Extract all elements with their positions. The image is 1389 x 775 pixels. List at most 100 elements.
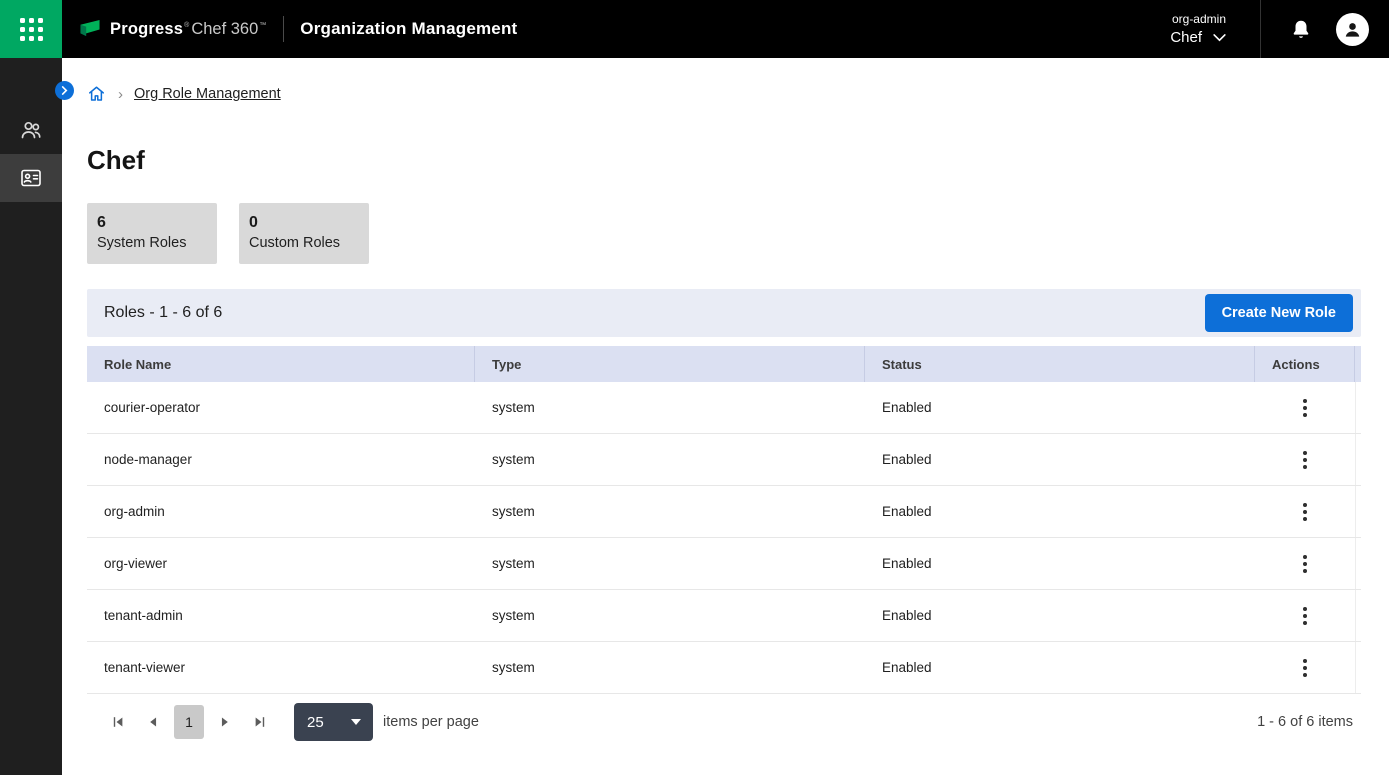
column-header-status: Status	[865, 346, 1255, 382]
table-scroll-gutter	[1355, 642, 1361, 693]
dropdown-caret-icon	[351, 719, 361, 725]
next-page-button[interactable]	[211, 706, 239, 738]
prev-page-icon	[146, 715, 160, 729]
create-new-role-button[interactable]: Create New Role	[1205, 294, 1353, 332]
page-size-dropdown[interactable]: 25	[294, 703, 373, 741]
table-scroll-gutter	[1355, 486, 1361, 537]
last-page-button[interactable]	[246, 706, 274, 738]
row-actions-kebab-menu-button[interactable]	[1290, 549, 1320, 579]
avatar-icon	[1343, 20, 1362, 39]
pager-range-label: 1 - 6 of 6 items	[1257, 714, 1353, 730]
table-scroll-gutter	[1355, 382, 1361, 433]
custom-roles-count: 0	[249, 213, 359, 233]
roles-panel: Roles - 1 - 6 of 6 Create New Role Role …	[87, 289, 1361, 750]
table-row: tenant-admin system Enabled	[87, 590, 1361, 642]
row-actions-kebab-menu-button[interactable]	[1290, 393, 1320, 423]
progress-chef-logo-icon	[78, 19, 102, 40]
first-page-button[interactable]	[104, 706, 132, 738]
roles-table-body: courier-operator system Enabled node-man…	[87, 382, 1361, 694]
role-name-cell: org-admin	[87, 504, 475, 519]
first-page-icon	[111, 715, 125, 729]
role-status-cell: Enabled	[865, 608, 1255, 623]
top-bar-right: org-admin Chef	[1170, 0, 1389, 58]
row-actions-kebab-menu-button[interactable]	[1290, 601, 1320, 631]
brand-chef360: Chef 360™	[190, 20, 267, 39]
top-bar: Progress® Chef 360™ Organization Managem…	[0, 0, 1389, 58]
roles-table-header: Role Name Type Status Actions	[87, 346, 1361, 382]
account-avatar-button[interactable]	[1336, 13, 1369, 46]
role-status-cell: Enabled	[865, 660, 1255, 675]
header-divider	[283, 16, 284, 42]
role-type-cell: system	[475, 556, 865, 571]
role-name-cell: tenant-viewer	[87, 660, 475, 675]
table-row: org-admin system Enabled	[87, 486, 1361, 538]
column-header-type: Type	[475, 346, 865, 382]
table-row: node-manager system Enabled	[87, 434, 1361, 486]
system-roles-label: System Roles	[97, 233, 207, 253]
table-scroll-gutter	[1355, 538, 1361, 589]
system-roles-count: 6	[97, 213, 207, 233]
role-name-cell: node-manager	[87, 452, 475, 467]
row-actions-kebab-menu-button[interactable]	[1290, 445, 1320, 475]
apps-grid-icon	[20, 18, 43, 41]
table-row: tenant-viewer system Enabled	[87, 642, 1361, 694]
chevron-right-icon	[60, 86, 69, 95]
current-org-label: Chef	[1170, 28, 1202, 48]
role-name-cell: org-viewer	[87, 556, 475, 571]
apps-menu-button[interactable]	[0, 0, 62, 58]
items-per-page-label: items per page	[383, 714, 479, 730]
table-row: courier-operator system Enabled	[87, 382, 1361, 434]
role-type-cell: system	[475, 504, 865, 519]
previous-page-button[interactable]	[139, 706, 167, 738]
stat-card-custom-roles: 0 Custom Roles	[239, 203, 369, 264]
breadcrumb-home-link[interactable]	[87, 85, 106, 103]
page-title: Chef	[87, 144, 1389, 176]
sidebar-item-users[interactable]	[0, 106, 62, 154]
notifications-button[interactable]	[1290, 18, 1312, 41]
table-pager: 1 25 items per page 1 - 6 of 6 items	[87, 694, 1361, 750]
role-type-cell: system	[475, 400, 865, 415]
sidebar-expand-button[interactable]	[55, 81, 74, 100]
app-root: Progress® Chef 360™ Organization Managem…	[0, 0, 1389, 775]
role-status-cell: Enabled	[865, 504, 1255, 519]
org-switcher-menu[interactable]: org-admin Chef	[1170, 11, 1226, 48]
home-icon	[87, 85, 106, 103]
left-sidebar	[0, 58, 62, 775]
table-row: org-viewer system Enabled	[87, 538, 1361, 590]
role-type-cell: system	[475, 660, 865, 675]
breadcrumb-org-role-management-link[interactable]: Org Role Management	[134, 86, 281, 102]
role-status-cell: Enabled	[865, 556, 1255, 571]
sidebar-item-org-roles[interactable]	[0, 154, 62, 202]
stat-card-system-roles: 6 System Roles	[87, 203, 217, 264]
stats-row: 6 System Roles 0 Custom Roles	[87, 203, 1389, 264]
page-size-value: 25	[307, 714, 324, 731]
brand-progress: Progress®	[110, 20, 190, 39]
main-content: › Org Role Management Chef 6 System Role…	[62, 58, 1389, 775]
roles-badge-icon	[19, 166, 43, 190]
role-status-cell: Enabled	[865, 400, 1255, 415]
next-page-icon	[218, 715, 232, 729]
column-header-role-name: Role Name	[87, 346, 475, 382]
row-actions-kebab-menu-button[interactable]	[1290, 653, 1320, 683]
sidebar-nav	[0, 106, 62, 202]
chevron-down-icon	[1213, 34, 1226, 42]
users-icon	[19, 118, 43, 142]
page-number-button[interactable]: 1	[174, 705, 204, 739]
row-actions-kebab-menu-button[interactable]	[1290, 497, 1320, 527]
header-section-divider	[1260, 0, 1261, 58]
role-status-cell: Enabled	[865, 452, 1255, 467]
role-type-cell: system	[475, 452, 865, 467]
roles-panel-header: Roles - 1 - 6 of 6 Create New Role	[87, 289, 1361, 337]
page-app-title: Organization Management	[300, 19, 517, 39]
roles-panel-title: Roles - 1 - 6 of 6	[104, 304, 222, 322]
column-header-actions: Actions	[1255, 346, 1355, 382]
role-type-cell: system	[475, 608, 865, 623]
bell-icon	[1290, 18, 1312, 41]
role-name-cell: courier-operator	[87, 400, 475, 415]
custom-roles-label: Custom Roles	[249, 233, 359, 253]
table-scroll-gutter	[1355, 346, 1361, 382]
breadcrumb-separator: ›	[118, 86, 123, 103]
user-role-label: org-admin	[1172, 11, 1226, 28]
table-scroll-gutter	[1355, 590, 1361, 641]
table-scroll-gutter	[1355, 434, 1361, 485]
